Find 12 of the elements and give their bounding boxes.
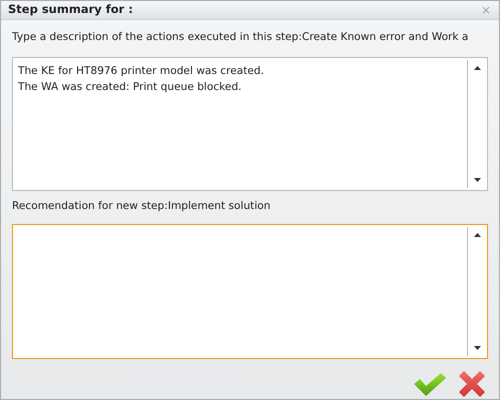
text-area[interactable]: The KE for HT8976 printer model was created. The WA was created: Print queue blocked.	[12, 56, 488, 192]
field-label: Recomendation for new step:Implement solution	[11, 199, 272, 214]
checkmark-icon	[413, 371, 447, 398]
field-text: The KE for HT8976 printer model was created. The WA was created: Print queue blocked.	[18, 64, 264, 95]
scroll-up-icon[interactable]	[474, 233, 481, 238]
scroll-down-icon[interactable]	[474, 346, 481, 350]
cancel-button[interactable]	[457, 369, 487, 400]
scroll-down-icon[interactable]	[474, 178, 481, 182]
field-label: Type a description of the actions executed in this step:Create Known error and Work a	[11, 30, 470, 45]
close-icon	[457, 369, 487, 400]
window-title: Step summary for :	[8, 1, 133, 18]
scroll-up-icon[interactable]	[474, 66, 481, 70]
